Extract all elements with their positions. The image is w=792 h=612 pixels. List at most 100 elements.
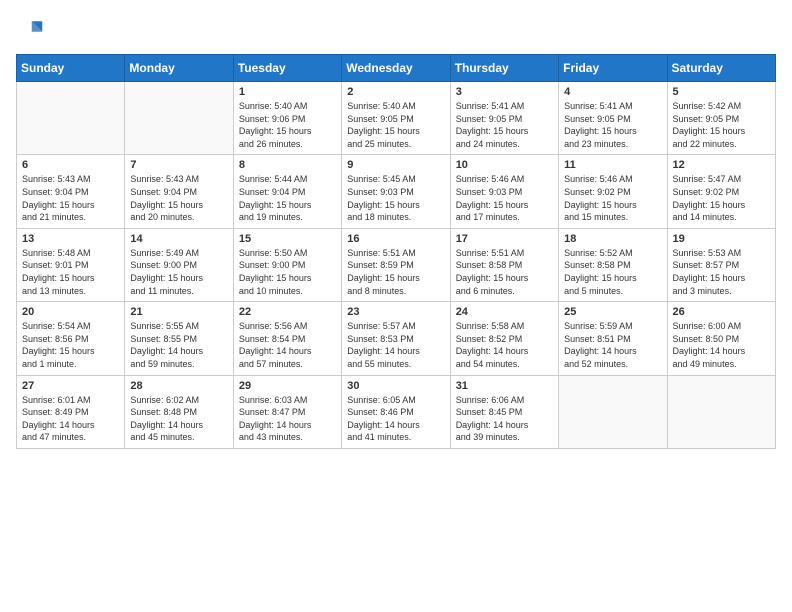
weekday-header: Saturday [667, 55, 775, 82]
calendar-day-cell: 28 Sunrise: 6:02 AM Sunset: 8:48 PM Dayli… [125, 375, 233, 448]
calendar-day-cell: 16 Sunrise: 5:51 AM Sunset: 8:59 PM Dayli… [342, 228, 450, 301]
day-info: Sunrise: 5:47 AM Sunset: 9:02 PM Dayligh… [673, 173, 770, 223]
day-number: 23 [347, 306, 444, 318]
logo-icon [16, 16, 44, 44]
calendar-day-cell: 23 Sunrise: 5:57 AM Sunset: 8:53 PM Dayli… [342, 302, 450, 375]
day-number: 20 [22, 306, 119, 318]
calendar-week-row: 6 Sunrise: 5:43 AM Sunset: 9:04 PM Daylig… [17, 155, 776, 228]
day-number: 12 [673, 159, 770, 171]
day-number: 29 [239, 380, 336, 392]
day-info: Sunrise: 5:59 AM Sunset: 8:51 PM Dayligh… [564, 320, 661, 370]
day-info: Sunrise: 5:46 AM Sunset: 9:02 PM Dayligh… [564, 173, 661, 223]
calendar-day-cell: 18Sunrise: 5:52 AM Sunset: 8:58 PM Dayli… [559, 228, 667, 301]
logo [16, 16, 48, 44]
day-number: 17 [456, 233, 553, 245]
calendar-day-cell: 4 Sunrise: 5:41 AM Sunset: 9:05 PM Daylig… [559, 82, 667, 155]
day-info: Sunrise: 5:50 AM Sunset: 9:00 PM Dayligh… [239, 247, 336, 297]
day-number: 27 [22, 380, 119, 392]
calendar-day-cell: 27 Sunrise: 6:01 AM Sunset: 8:49 PM Dayli… [17, 375, 125, 448]
calendar-table: SundayMondayTuesdayWednesdayThursdayFrid… [16, 54, 776, 449]
calendar-day-cell [667, 375, 775, 448]
page-header [16, 16, 776, 44]
day-info: Sunrise: 5:41 AM Sunset: 9:05 PM Dayligh… [564, 100, 661, 150]
day-number: 31 [456, 380, 553, 392]
day-number: 9 [347, 159, 444, 171]
calendar-day-cell: 20 Sunrise: 5:54 AM Sunset: 8:56 PM Dayli… [17, 302, 125, 375]
day-info: Sunrise: 5:44 AM Sunset: 9:04 PM Dayligh… [239, 173, 336, 223]
day-number: 11 [564, 159, 661, 171]
day-number: 14 [130, 233, 227, 245]
calendar-day-cell: 25 Sunrise: 5:59 AM Sunset: 8:51 PM Dayli… [559, 302, 667, 375]
day-number: 13 [22, 233, 119, 245]
day-number: 28 [130, 380, 227, 392]
day-info: Sunrise: 6:03 AM Sunset: 8:47 PM Dayligh… [239, 394, 336, 444]
day-number: 26 [673, 306, 770, 318]
day-number: 5 [673, 86, 770, 98]
calendar-day-cell: 12 Sunrise: 5:47 AM Sunset: 9:02 PM Dayli… [667, 155, 775, 228]
calendar-day-cell: 31 Sunrise: 6:06 AM Sunset: 8:45 PM Dayli… [450, 375, 558, 448]
calendar-day-cell: 10 Sunrise: 5:46 AM Sunset: 9:03 PM Dayli… [450, 155, 558, 228]
day-info: Sunrise: 5:54 AM Sunset: 8:56 PM Dayligh… [22, 320, 119, 370]
day-info: Sunrise: 5:40 AM Sunset: 9:06 PM Dayligh… [239, 100, 336, 150]
day-info: Sunrise: 6:05 AM Sunset: 8:46 PM Dayligh… [347, 394, 444, 444]
calendar-day-cell: 5 Sunrise: 5:42 AM Sunset: 9:05 PM Daylig… [667, 82, 775, 155]
day-info: Sunrise: 5:53 AM Sunset: 8:57 PM Dayligh… [673, 247, 770, 297]
day-number: 30 [347, 380, 444, 392]
calendar-day-cell: 3Sunrise: 5:41 AM Sunset: 9:05 PM Daylig… [450, 82, 558, 155]
day-number: 2 [347, 86, 444, 98]
day-info: Sunrise: 5:57 AM Sunset: 8:53 PM Dayligh… [347, 320, 444, 370]
calendar-day-cell: 19 Sunrise: 5:53 AM Sunset: 8:57 PM Dayli… [667, 228, 775, 301]
day-info: Sunrise: 5:56 AM Sunset: 8:54 PM Dayligh… [239, 320, 336, 370]
calendar-day-cell: 6Sunrise: 5:43 AM Sunset: 9:04 PM Daylig… [17, 155, 125, 228]
day-number: 16 [347, 233, 444, 245]
calendar-day-cell: 14 Sunrise: 5:49 AM Sunset: 9:00 PM Dayli… [125, 228, 233, 301]
day-number: 22 [239, 306, 336, 318]
day-number: 8 [239, 159, 336, 171]
calendar-day-cell: 17 Sunrise: 5:51 AM Sunset: 8:58 PM Dayli… [450, 228, 558, 301]
day-info: Sunrise: 5:48 AM Sunset: 9:01 PM Dayligh… [22, 247, 119, 297]
day-info: Sunrise: 5:51 AM Sunset: 8:58 PM Dayligh… [456, 247, 553, 297]
day-number: 7 [130, 159, 227, 171]
day-info: Sunrise: 6:00 AM Sunset: 8:50 PM Dayligh… [673, 320, 770, 370]
calendar-day-cell: 13 Sunrise: 5:48 AM Sunset: 9:01 PM Dayli… [17, 228, 125, 301]
calendar-week-row: 27 Sunrise: 6:01 AM Sunset: 8:49 PM Dayli… [17, 375, 776, 448]
weekday-header: Friday [559, 55, 667, 82]
weekday-header: Tuesday [233, 55, 341, 82]
day-number: 19 [673, 233, 770, 245]
day-number: 4 [564, 86, 661, 98]
calendar-week-row: 13 Sunrise: 5:48 AM Sunset: 9:01 PM Dayli… [17, 228, 776, 301]
day-info: Sunrise: 6:06 AM Sunset: 8:45 PM Dayligh… [456, 394, 553, 444]
weekday-header: Wednesday [342, 55, 450, 82]
calendar-day-cell: 11 Sunrise: 5:46 AM Sunset: 9:02 PM Dayli… [559, 155, 667, 228]
day-info: Sunrise: 5:43 AM Sunset: 9:04 PM Dayligh… [130, 173, 227, 223]
calendar-week-row: 20 Sunrise: 5:54 AM Sunset: 8:56 PM Dayli… [17, 302, 776, 375]
day-info: Sunrise: 5:51 AM Sunset: 8:59 PM Dayligh… [347, 247, 444, 297]
calendar-day-cell: 21Sunrise: 5:55 AM Sunset: 8:55 PM Dayli… [125, 302, 233, 375]
calendar-day-cell: 24Sunrise: 5:58 AM Sunset: 8:52 PM Dayli… [450, 302, 558, 375]
calendar-day-cell [17, 82, 125, 155]
calendar-day-cell: 22 Sunrise: 5:56 AM Sunset: 8:54 PM Dayli… [233, 302, 341, 375]
calendar-day-cell: 1Sunrise: 5:40 AM Sunset: 9:06 PM Daylig… [233, 82, 341, 155]
day-info: Sunrise: 5:58 AM Sunset: 8:52 PM Dayligh… [456, 320, 553, 370]
day-info: Sunrise: 5:46 AM Sunset: 9:03 PM Dayligh… [456, 173, 553, 223]
calendar-day-cell [125, 82, 233, 155]
day-number: 21 [130, 306, 227, 318]
day-info: Sunrise: 6:01 AM Sunset: 8:49 PM Dayligh… [22, 394, 119, 444]
day-info: Sunrise: 6:02 AM Sunset: 8:48 PM Dayligh… [130, 394, 227, 444]
day-number: 3 [456, 86, 553, 98]
day-info: Sunrise: 5:49 AM Sunset: 9:00 PM Dayligh… [130, 247, 227, 297]
weekday-header: Monday [125, 55, 233, 82]
calendar-day-cell: 29 Sunrise: 6:03 AM Sunset: 8:47 PM Dayli… [233, 375, 341, 448]
day-number: 15 [239, 233, 336, 245]
day-info: Sunrise: 5:40 AM Sunset: 9:05 PM Dayligh… [347, 100, 444, 150]
day-info: Sunrise: 5:42 AM Sunset: 9:05 PM Dayligh… [673, 100, 770, 150]
day-number: 25 [564, 306, 661, 318]
calendar-week-row: 1Sunrise: 5:40 AM Sunset: 9:06 PM Daylig… [17, 82, 776, 155]
day-number: 18 [564, 233, 661, 245]
calendar-day-cell: 2 Sunrise: 5:40 AM Sunset: 9:05 PM Daylig… [342, 82, 450, 155]
weekday-header: Thursday [450, 55, 558, 82]
calendar-header-row: SundayMondayTuesdayWednesdayThursdayFrid… [17, 55, 776, 82]
day-number: 10 [456, 159, 553, 171]
calendar-day-cell: 15 Sunrise: 5:50 AM Sunset: 9:00 PM Dayli… [233, 228, 341, 301]
day-number: 6 [22, 159, 119, 171]
